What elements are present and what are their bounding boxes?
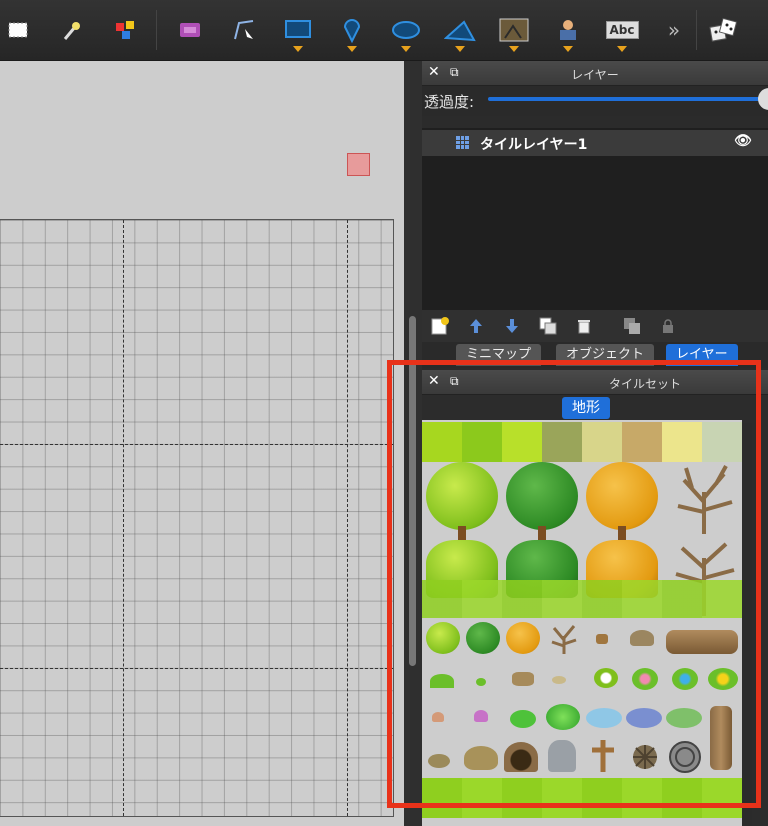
insert-polygon-icon[interactable] bbox=[442, 12, 478, 52]
raise-layer-icon[interactable] bbox=[466, 316, 486, 336]
tileset-tabs: 地形 bbox=[422, 395, 768, 423]
tab-objects[interactable]: オブジェクト bbox=[556, 344, 655, 366]
insert-image-icon[interactable] bbox=[496, 12, 532, 52]
edit-polygon-icon[interactable] bbox=[226, 12, 262, 48]
opacity-slider[interactable] bbox=[488, 97, 768, 101]
insert-point-icon[interactable] bbox=[334, 12, 370, 52]
dark-tree bbox=[506, 462, 578, 530]
layers-panel-title: レイヤー bbox=[571, 68, 619, 82]
insert-text-icon[interactable]: Abc bbox=[604, 12, 640, 52]
orange-tree bbox=[586, 462, 658, 530]
insert-template-icon[interactable] bbox=[550, 12, 586, 52]
dead-tree bbox=[677, 465, 733, 534]
magic-wand-icon[interactable] bbox=[54, 12, 90, 48]
tile-layer-icon bbox=[456, 136, 469, 149]
opacity-label: 透過度: bbox=[424, 93, 475, 111]
lower-layer-icon[interactable] bbox=[502, 316, 522, 336]
insert-ellipse-icon[interactable] bbox=[388, 12, 424, 52]
dock-tabs: ミニマップ オブジェクト レイヤー bbox=[422, 342, 768, 368]
close-icon[interactable]: ✕ bbox=[428, 373, 440, 389]
selection-marker bbox=[347, 153, 370, 176]
float-icon[interactable]: ⧉ bbox=[450, 374, 459, 389]
main-toolbar: Abc » bbox=[0, 0, 768, 61]
tab-minimap[interactable]: ミニマップ bbox=[456, 344, 542, 366]
duplicate-layer-icon[interactable] bbox=[538, 316, 558, 336]
new-layer-icon[interactable] bbox=[430, 316, 450, 336]
layer-toolbar bbox=[422, 310, 768, 342]
more-tools-icon[interactable]: » bbox=[656, 12, 692, 48]
text-tool-label: Abc bbox=[605, 21, 639, 39]
layer-name: タイルレイヤー1 bbox=[480, 137, 588, 153]
opacity-row: 透過度: bbox=[422, 86, 768, 116]
tileset-scrollbar[interactable] bbox=[752, 420, 768, 826]
layer-list: タイルレイヤー1 👁 bbox=[422, 128, 768, 310]
rect-select-icon[interactable] bbox=[0, 12, 36, 48]
insert-rectangle-icon[interactable] bbox=[280, 12, 316, 52]
canvas-scrollbar[interactable] bbox=[409, 316, 416, 666]
tile-grid[interactable] bbox=[0, 219, 394, 817]
ground-tiles bbox=[422, 422, 742, 462]
merge-layer-icon[interactable] bbox=[622, 316, 642, 336]
layers-panel-header: ✕ ⧉ レイヤー bbox=[422, 61, 768, 86]
stamp-icon[interactable] bbox=[172, 12, 208, 48]
random-mode-icon[interactable] bbox=[706, 12, 742, 48]
select-same-tile-icon[interactable] bbox=[108, 12, 144, 48]
lock-icon[interactable] bbox=[658, 316, 678, 336]
tab-layers[interactable]: レイヤー bbox=[666, 344, 738, 366]
eye-icon[interactable]: 👁 bbox=[734, 133, 752, 149]
layer-row[interactable]: タイルレイヤー1 👁 bbox=[422, 130, 768, 156]
delete-layer-icon[interactable] bbox=[574, 316, 594, 336]
tileset-panel-header: ✕ ⧉ タイルセット bbox=[422, 370, 768, 395]
overflow-label: » bbox=[667, 18, 681, 42]
tileset-view[interactable] bbox=[422, 420, 742, 826]
tab-terrain[interactable]: 地形 bbox=[562, 397, 610, 419]
map-canvas[interactable] bbox=[0, 61, 404, 826]
tileset-panel-title: タイルセット bbox=[608, 377, 681, 391]
opacity-slider-knob[interactable] bbox=[758, 88, 768, 110]
light-tree bbox=[426, 462, 498, 530]
